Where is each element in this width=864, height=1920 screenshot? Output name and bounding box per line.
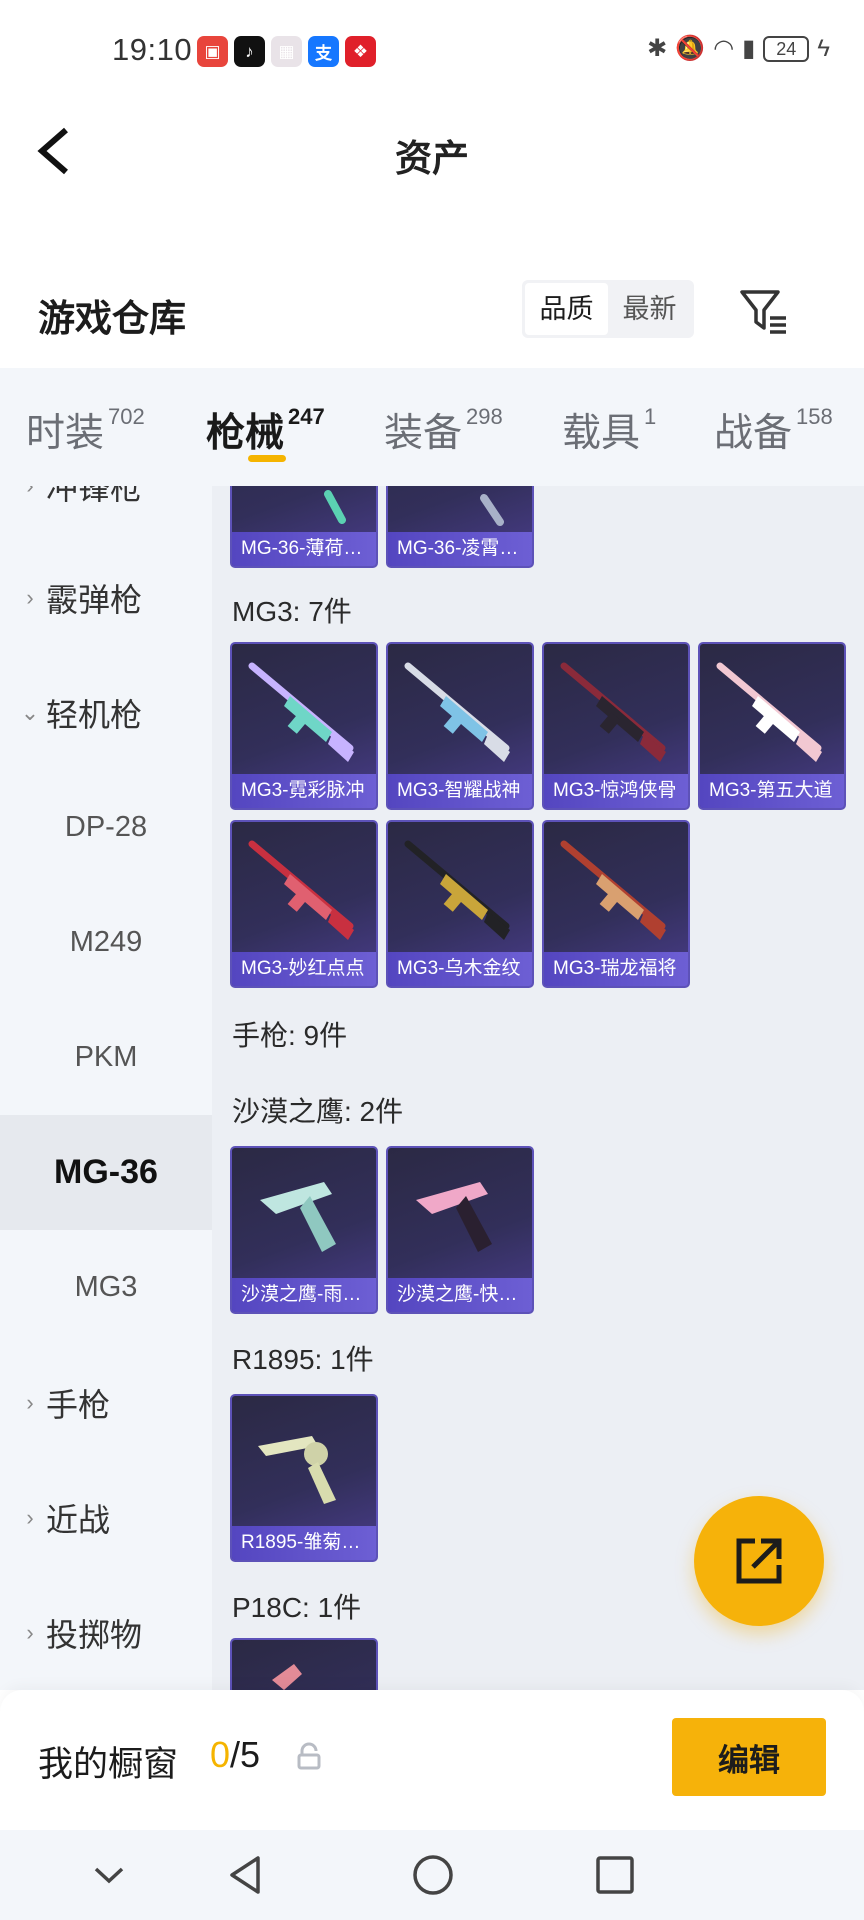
- tab-fashion[interactable]: 时装 702: [26, 402, 145, 458]
- sidebar-item-mg36[interactable]: MG-36: [0, 1115, 212, 1230]
- bluetooth-icon: ✱: [647, 35, 668, 62]
- wifi-icon: ◠: [713, 35, 735, 62]
- chevron-right-icon: ›: [26, 584, 34, 610]
- rifle-skin-icon: [560, 840, 666, 940]
- item-card-label: MG3-瑞龙福将: [544, 952, 688, 986]
- lock-icon: [297, 1742, 321, 1770]
- page-title: 资产: [395, 138, 469, 179]
- notification-icons: ▣ ♪ ▦ 支 ❖: [197, 36, 376, 67]
- item-card[interactable]: MG-36-薄荷…: [230, 486, 378, 568]
- item-card-label: MG3-乌木金纹: [388, 952, 532, 986]
- recents-square-icon[interactable]: [590, 1850, 640, 1900]
- rifle-skin-icon: [716, 662, 822, 762]
- category-tabs: 时装 702 枪械 247 装备 298 载具 1 战备 158: [0, 368, 864, 486]
- item-card[interactable]: MG3-乌木金纹: [386, 820, 534, 988]
- mute-bell-icon: 🔕: [675, 35, 706, 62]
- sidebar-item-pkm[interactable]: PKM: [0, 1000, 212, 1115]
- item-card-label: MG3-霓彩脉冲: [232, 774, 376, 808]
- item-card-label: 沙漠之鹰-雨…: [232, 1278, 376, 1312]
- alipay-icon: 支: [308, 36, 339, 67]
- group-header-p18c: P18C: 1件: [232, 1592, 362, 1623]
- sidebar-item-shotgun[interactable]: › 霰弹枪: [0, 540, 212, 655]
- item-card-label: MG3-智耀战神: [388, 774, 532, 808]
- tab-weapons[interactable]: 枪械 247: [206, 402, 325, 458]
- share-button[interactable]: [694, 1496, 824, 1626]
- item-card[interactable]: 沙漠之鹰-快…: [386, 1146, 534, 1314]
- status-bar: 19:10 ▣ ♪ ▦ 支 ❖ ✱ 🔕 ◠ ▮ 24 ϟ: [0, 0, 864, 104]
- item-card[interactable]: MG3-第五大道: [698, 642, 846, 810]
- group-header-pistol: 手枪: 9件: [232, 1020, 348, 1051]
- tab-equipment[interactable]: 装备 298: [384, 402, 503, 458]
- sidebar-item-lmg[interactable]: ⌄ 轻机枪: [0, 655, 212, 770]
- item-card-label: R1895-雏菊…: [232, 1526, 376, 1560]
- sidebar-item-pistol[interactable]: › 手枪: [0, 1345, 212, 1460]
- chevron-right-icon: ›: [26, 1619, 34, 1645]
- sort-quality-button[interactable]: 品质: [525, 283, 608, 335]
- item-card[interactable]: MG3-瑞龙福将: [542, 820, 690, 988]
- pistol-skin-icon: [272, 1664, 302, 1690]
- group-header-r1895: R1895: 1件: [232, 1344, 374, 1375]
- status-time: 19:10: [112, 32, 193, 67]
- item-card[interactable]: 沙漠之鹰-雨…: [230, 1146, 378, 1314]
- rifle-skin-icon: [248, 840, 354, 940]
- group-header-deagle: 沙漠之鹰: 2件: [232, 1096, 404, 1127]
- sidebar-item-m249[interactable]: M249: [0, 885, 212, 1000]
- revolver-skin-icon: [258, 1436, 336, 1504]
- active-tab-indicator: [248, 455, 286, 462]
- item-card[interactable]: R1895-雏菊…: [230, 1394, 378, 1562]
- warehouse-header: 游戏仓库 品质 最新: [0, 270, 864, 366]
- item-card[interactable]: MG3-惊鸿侠骨: [542, 642, 690, 810]
- showcase-bar: 我的橱窗 0/5 编辑: [0, 1690, 864, 1830]
- chevron-right-icon: ›: [26, 1389, 34, 1415]
- chevron-down-icon: ⌄: [20, 699, 40, 725]
- item-card-label: 沙漠之鹰-快…: [388, 1278, 532, 1312]
- section-title: 游戏仓库: [38, 298, 186, 339]
- filter-icon[interactable]: [738, 286, 790, 338]
- rifle-skin-icon: [248, 662, 354, 762]
- chevron-right-icon: ›: [26, 1504, 34, 1530]
- rifle-skin-icon: [480, 494, 504, 526]
- status-indicators: ✱ 🔕 ◠ ▮ 24 ϟ: [647, 34, 830, 63]
- showcase-label: 我的橱窗: [38, 1745, 179, 1784]
- sidebar-item-mg3[interactable]: MG3: [0, 1230, 212, 1345]
- rifle-skin-icon: [404, 840, 510, 940]
- charging-icon: ϟ: [817, 34, 830, 62]
- pistol-skin-icon: [260, 1182, 336, 1252]
- sort-newest-button[interactable]: 最新: [608, 283, 691, 335]
- tab-supplies[interactable]: 战备 158: [714, 402, 833, 458]
- tab-vehicles[interactable]: 载具 1: [562, 402, 656, 458]
- huawei-mall-icon: ▣: [197, 36, 228, 67]
- edit-button[interactable]: 编辑: [672, 1718, 826, 1796]
- rifle-skin-icon: [404, 662, 510, 762]
- gift-box-icon: ▦: [271, 36, 302, 67]
- system-nav-bar: [0, 1830, 864, 1920]
- item-card-label: MG3-妙红点点: [232, 952, 376, 986]
- back-triangle-icon[interactable]: [222, 1850, 272, 1900]
- weapon-type-sidebar: ›冲锋枪 ›霰弹枪 ⌄轻机枪 DP-28 M249 PKM MG-36 MG3 …: [0, 486, 212, 1690]
- showcase-count: 0/5: [210, 1734, 261, 1775]
- item-card[interactable]: MG3-智耀战神: [386, 642, 534, 810]
- item-card-label: MG3-第五大道: [700, 774, 844, 808]
- red-app-icon: ❖: [345, 36, 376, 67]
- pistol-skin-icon: [416, 1182, 492, 1252]
- item-card[interactable]: MG-36-凌霄…: [386, 486, 534, 568]
- item-card[interactable]: [230, 1638, 378, 1690]
- sort-toggle: 品质 最新: [522, 280, 694, 338]
- alert-icon: ▮: [742, 35, 756, 62]
- external-link-icon: [736, 1538, 782, 1584]
- battery-icon: 24: [763, 35, 810, 62]
- item-card[interactable]: MG3-霓彩脉冲: [230, 642, 378, 810]
- tiktok-icon: ♪: [234, 36, 265, 67]
- sidebar-item-throwables[interactable]: › 投掷物: [0, 1575, 212, 1690]
- chevron-down-icon[interactable]: [84, 1850, 134, 1900]
- sidebar-item-melee[interactable]: › 近战: [0, 1460, 212, 1575]
- item-card[interactable]: MG3-妙红点点: [230, 820, 378, 988]
- rifle-skin-icon: [560, 662, 666, 762]
- sidebar-item-dp28[interactable]: DP-28: [0, 770, 212, 885]
- group-header-mg3: MG3: 7件: [232, 596, 352, 627]
- home-circle-icon[interactable]: [408, 1850, 458, 1900]
- item-card-label: MG3-惊鸿侠骨: [544, 774, 688, 808]
- rifle-skin-icon: [324, 490, 346, 524]
